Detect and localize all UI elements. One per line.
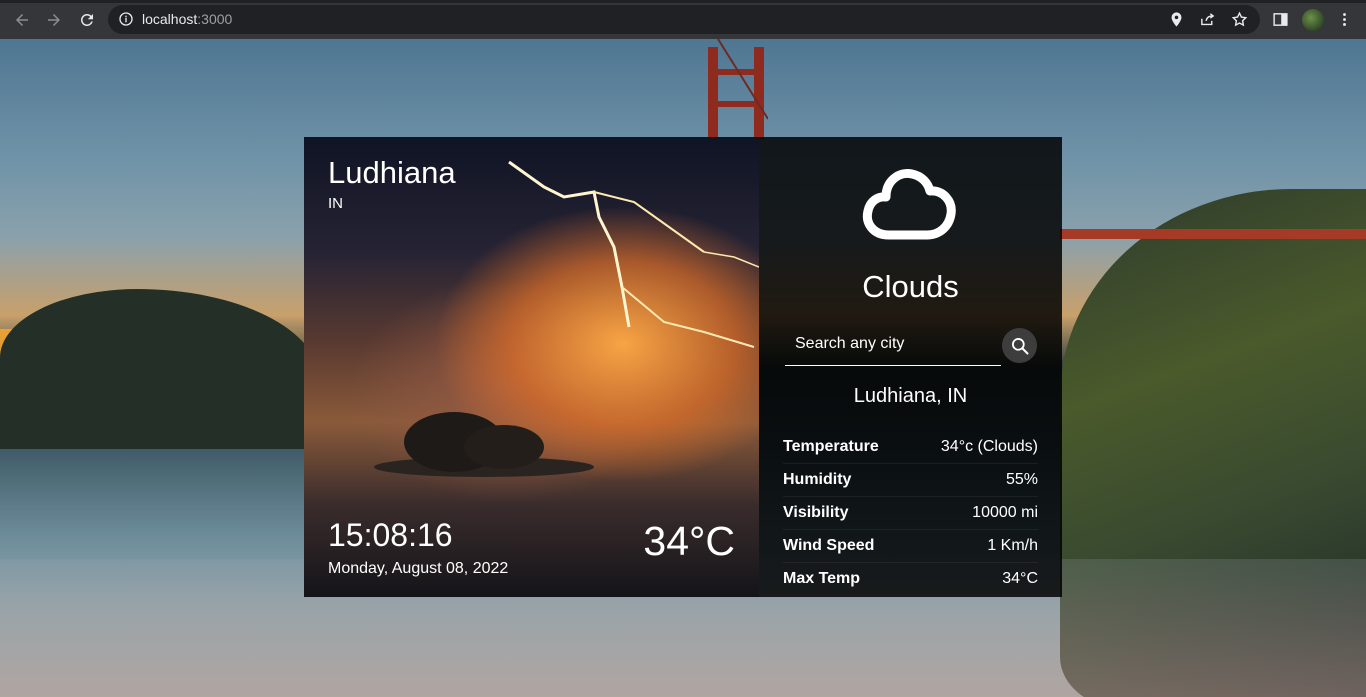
city-search-input[interactable] — [785, 325, 1001, 363]
url-text[interactable]: localhost:3000 — [142, 11, 232, 27]
current-time: 15:08:16 — [328, 517, 453, 553]
stat-humidity: Humidity 55% — [783, 463, 1038, 496]
browser-toolbar: localhost:3000 — [0, 0, 1366, 39]
url-port: :3000 — [197, 11, 233, 27]
mountain-image — [0, 289, 320, 449]
current-temperature: 34°C — [643, 518, 735, 564]
stat-label: Visibility — [783, 504, 849, 521]
stat-value: 1 Km/h — [987, 537, 1038, 554]
stat-label: Wind Speed — [783, 537, 875, 554]
stat-temperature: Temperature 34°c (Clouds) — [783, 431, 1038, 463]
address-bar[interactable]: localhost:3000 — [108, 5, 1260, 34]
country-code: IN — [328, 195, 343, 212]
stat-label: Humidity — [783, 471, 852, 488]
profile-avatar[interactable] — [1302, 9, 1324, 31]
stat-label: Temperature — [783, 438, 879, 455]
site-info-icon[interactable] — [118, 11, 134, 27]
bookmark-star-icon[interactable] — [1231, 11, 1248, 28]
page-background: Ludhiana IN 15:08:16 Monday, August 08, … — [0, 39, 1366, 697]
weather-card: Ludhiana IN 15:08:16 Monday, August 08, … — [304, 137, 1062, 597]
stat-value: 10000 mi — [972, 504, 1038, 521]
location-pin-icon[interactable] — [1168, 11, 1185, 28]
search-icon — [1011, 337, 1028, 354]
stat-value: 34°c (Clouds) — [940, 438, 1038, 455]
back-icon[interactable] — [11, 9, 33, 31]
island-image — [374, 412, 594, 477]
more-menu-icon[interactable] — [1336, 11, 1353, 28]
search-button[interactable] — [1002, 328, 1037, 363]
location-label: Ludhiana, IN — [853, 385, 968, 407]
stat-label: Max Temp — [783, 570, 861, 587]
stat-value: 34°C — [1002, 570, 1038, 587]
current-date: Monday, August 08, 2022 — [328, 560, 509, 577]
stat-max-temp: Max Temp 34°C — [783, 562, 1038, 595]
url-host: localhost — [142, 11, 198, 27]
forward-icon[interactable] — [43, 9, 65, 31]
city-name: Ludhiana — [328, 155, 456, 190]
bridge-deck-image — [1060, 229, 1366, 239]
weather-stats-list: Temperature 34°c (Clouds) Humidity 55% V… — [783, 431, 1038, 595]
lightning-image — [508, 160, 759, 348]
stat-visibility: Visibility 10000 mi — [783, 496, 1038, 529]
stat-wind-speed: Wind Speed 1 Km/h — [783, 529, 1038, 562]
weather-details-panel: Clouds Ludhiana, IN Temperature 34°c (Cl… — [759, 137, 1062, 597]
side-panel-icon[interactable] — [1272, 11, 1289, 28]
cloud-icon — [862, 168, 956, 240]
tab-strip-edge — [0, 0, 1366, 3]
bridge-tower-image — [708, 39, 768, 139]
weather-condition: Clouds — [862, 269, 959, 304]
weather-hero-panel: Ludhiana IN 15:08:16 Monday, August 08, … — [304, 137, 759, 597]
search-field — [785, 325, 1001, 366]
stat-value: 55% — [1005, 471, 1038, 488]
reload-icon[interactable] — [76, 9, 98, 31]
share-icon[interactable] — [1199, 11, 1216, 28]
